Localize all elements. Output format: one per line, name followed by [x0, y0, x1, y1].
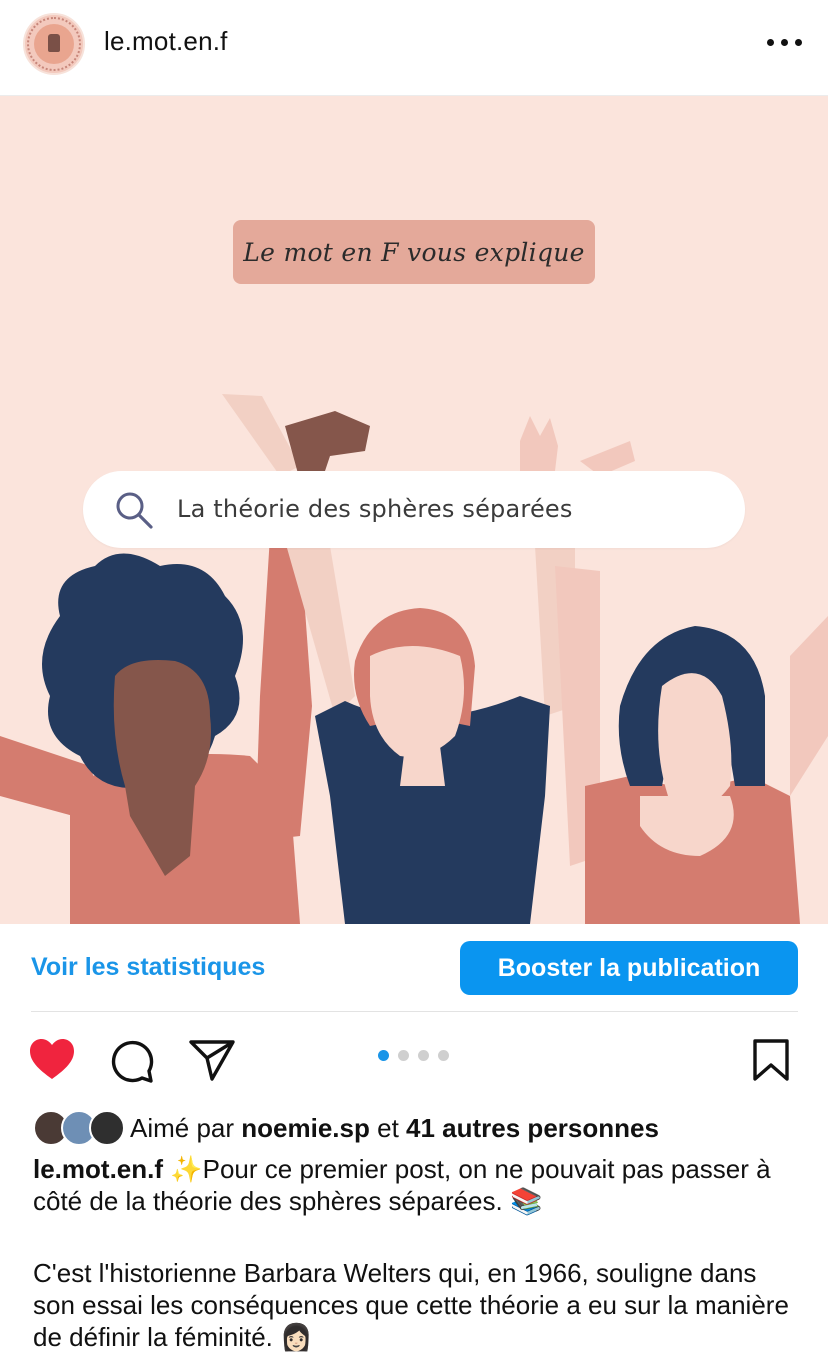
heart-filled-icon[interactable]: [28, 1037, 76, 1081]
caption-text: C'est l'historienne Barbara Welters qui,…: [33, 1258, 789, 1352]
caption-paragraph: C'est l'historienne Barbara Welters qui,…: [33, 1257, 803, 1353]
view-insights-link[interactable]: Voir les statistiques: [31, 953, 265, 982]
carousel-dot: [378, 1050, 389, 1061]
sparkles-icon: ✨: [170, 1154, 203, 1184]
more-options-icon[interactable]: [764, 36, 804, 50]
divider: [31, 1011, 798, 1012]
search-icon: [116, 492, 153, 529]
likes-count[interactable]: 41 autres personnes: [406, 1113, 659, 1143]
headline-text: Le mot en F vous explique: [243, 237, 585, 267]
boost-post-button[interactable]: Booster la publication: [460, 941, 798, 995]
send-icon[interactable]: [188, 1038, 236, 1082]
bookmark-icon[interactable]: [752, 1038, 790, 1082]
books-icon: 📚: [509, 1186, 543, 1216]
caption-username[interactable]: le.mot.en.f: [33, 1154, 163, 1184]
profile-avatar[interactable]: [23, 13, 85, 75]
search-pill-text: La théorie des sphères séparées: [177, 495, 573, 523]
carousel-dot: [438, 1050, 449, 1061]
post-header: le.mot.en.f: [0, 0, 828, 96]
post-image[interactable]: Le mot en F vous explique La théorie des…: [0, 96, 828, 924]
woman-icon: 👩🏻: [280, 1322, 313, 1352]
comment-icon[interactable]: [109, 1038, 155, 1084]
search-pill: La théorie des sphères séparées: [83, 471, 745, 548]
carousel-dot: [418, 1050, 429, 1061]
fist-icon: [48, 34, 60, 52]
likes-conjunction: et: [377, 1113, 399, 1143]
likes-summary[interactable]: Aimé par noemie.sp et 41 autres personne…: [130, 1113, 659, 1144]
likes-prefix: Aimé par: [130, 1113, 235, 1143]
liker-avatars[interactable]: [33, 1110, 125, 1146]
caption: le.mot.en.f ✨Pour ce premier post, on ne…: [33, 1153, 803, 1217]
liker-username[interactable]: noemie.sp: [241, 1113, 370, 1143]
avatar: [89, 1110, 125, 1146]
headline-banner: Le mot en F vous explique: [233, 220, 595, 284]
carousel-dot: [398, 1050, 409, 1061]
post-username[interactable]: le.mot.en.f: [104, 26, 228, 57]
